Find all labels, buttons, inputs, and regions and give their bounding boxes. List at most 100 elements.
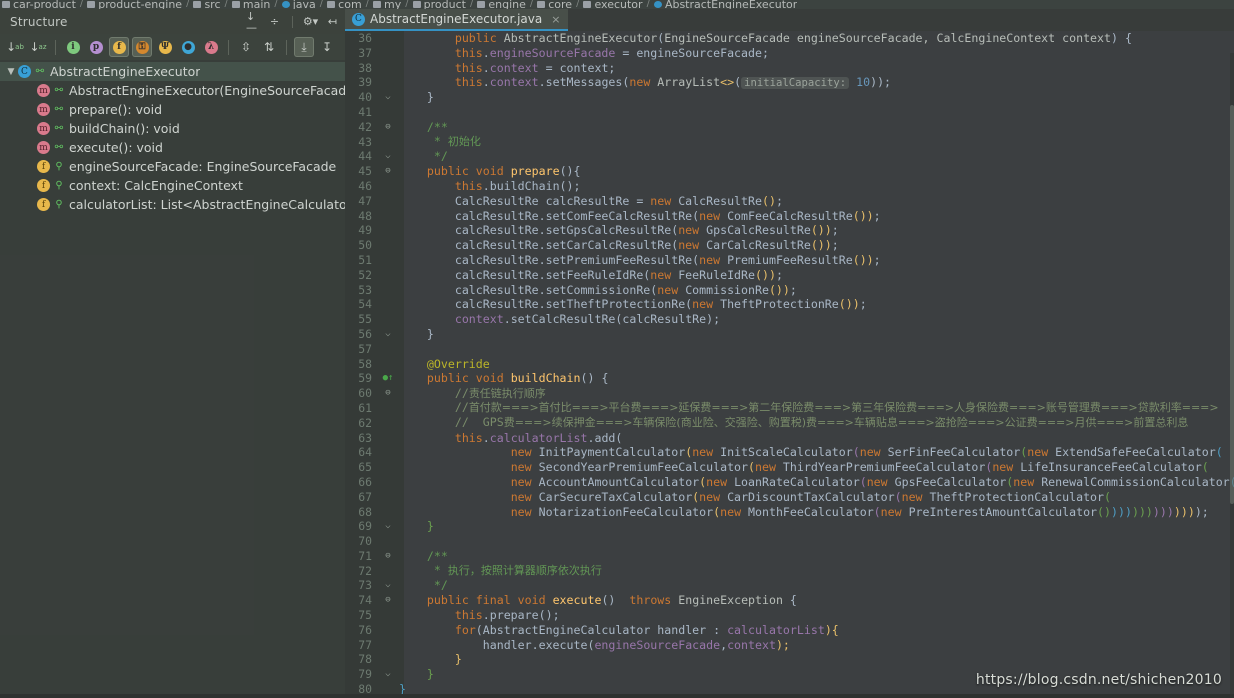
code-text[interactable]: new InitPaymentCalculator(new InitScaleC… <box>399 445 1234 460</box>
tree-item-context[interactable]: f ⚲ context: CalcEngineContext <box>0 176 345 195</box>
show-properties-icon[interactable]: p <box>86 37 106 57</box>
code-text[interactable]: this.prepare(); <box>399 608 1234 623</box>
tree-item-prepare[interactable]: m ⚯ prepare(): void <box>0 100 345 119</box>
code-text[interactable]: handler.execute(engineSourceFacade,conte… <box>399 638 1234 653</box>
code-text[interactable]: for(AbstractEngineCalculator handler : c… <box>399 623 1234 638</box>
code-text[interactable]: } <box>399 652 1234 667</box>
tree-item-abstractengineexecutor[interactable]: ▼ C ⚯ AbstractEngineExecutor <box>0 62 345 81</box>
code-text[interactable]: */ <box>399 578 1234 593</box>
settings-gear-icon[interactable]: ⚙▾ <box>303 15 318 28</box>
code-text[interactable]: calcResultRe.setTheftProtectionRe(new Th… <box>399 297 1234 312</box>
code-text[interactable]: /** <box>399 120 1234 135</box>
fold-end-icon[interactable]: ⌵ <box>384 93 393 102</box>
autoscroll-to-source-icon[interactable]: ⤓ <box>294 37 314 57</box>
code-text[interactable]: context.setCalcResultRe(calcResultRe); <box>399 312 1234 327</box>
breadcrumb-item-executor[interactable]: executor <box>583 0 643 9</box>
code-editor[interactable]: 36 public AbstractEngineExecutor(EngineS… <box>345 31 1234 698</box>
breadcrumb-item-abstractengineexecutor[interactable]: AbstractEngineExecutor <box>653 0 797 9</box>
group-implementations-icon[interactable]: Ψ <box>155 37 175 57</box>
breadcrumb-item-main[interactable]: main <box>231 0 270 9</box>
fold-collapse-icon[interactable]: ⊖ <box>384 389 393 398</box>
gutter-marker[interactable]: ⊖ <box>377 549 399 564</box>
code-text[interactable]: @Override <box>399 357 1234 372</box>
fold-end-icon[interactable]: ⌵ <box>384 329 393 339</box>
code-text[interactable]: calcResultRe.setGpsCalcResultRe(new GpsC… <box>399 223 1234 238</box>
code-text[interactable]: this.calculatorList.add( <box>399 431 1234 446</box>
code-text[interactable]: */ <box>399 149 1234 164</box>
close-icon[interactable]: × <box>551 13 560 26</box>
gutter-marker[interactable]: ⊖ <box>377 386 399 401</box>
collapse-all-icon[interactable]: ÷ <box>268 15 281 28</box>
breadcrumb-item-product-engine[interactable]: product-engine <box>87 0 182 9</box>
breadcrumb-item-car-product[interactable]: car-product <box>2 0 76 9</box>
expand-all-tree-icon[interactable]: ⇳ <box>236 37 256 57</box>
show-non-public-icon[interactable]: ⚿ <box>132 37 152 57</box>
fold-end-icon[interactable]: ⌵ <box>384 152 393 161</box>
code-text[interactable]: new CarSecureTaxCalculator(new CarDiscou… <box>399 490 1234 505</box>
override-method-icon[interactable]: ●↑ <box>383 373 394 383</box>
tree-item-execute[interactable]: m ⚯ execute(): void <box>0 138 345 157</box>
breadcrumb-item-java[interactable]: java <box>281 0 316 9</box>
code-text[interactable]: } <box>399 327 1234 342</box>
gutter-marker[interactable]: ⌵ <box>377 90 399 105</box>
sort-by-visibility-icon[interactable]: ↓ ab <box>5 37 25 57</box>
gutter-marker[interactable]: ⊖ <box>377 164 399 179</box>
tree-item-calculatorlist[interactable]: f ⚲ calculatorList: List<AbstractEngineCal… <box>0 195 345 214</box>
collapse-all-tree-icon[interactable]: ⇅ <box>259 37 279 57</box>
gutter-marker[interactable]: ⌵ <box>377 667 399 682</box>
breadcrumb-item-my[interactable]: my <box>373 0 401 9</box>
gutter-marker[interactable]: ⌵ <box>377 149 399 164</box>
breadcrumb[interactable]: car-product / product-engine / src / main / java… <box>0 0 1234 9</box>
gutter-marker[interactable]: ⌵ <box>377 327 399 342</box>
breadcrumb-item-engine[interactable]: engine <box>477 0 526 9</box>
gutter-marker[interactable]: ●↑ <box>377 371 399 386</box>
hide-tool-window-icon[interactable]: ↤ <box>326 15 339 28</box>
code-text[interactable]: * 初始化 <box>399 134 1234 150</box>
code-text[interactable]: * 执行，按照计算器顺序依次执行 <box>399 563 1234 579</box>
code-text[interactable]: new AccountAmountCalculator(new LoanRate… <box>399 475 1234 490</box>
show-anonymous-classes-icon[interactable]: ● <box>178 37 198 57</box>
fold-collapse-icon[interactable]: ⊖ <box>384 551 393 561</box>
expand-all-icon[interactable]: ↓— <box>246 11 259 33</box>
code-text[interactable]: calcResultRe.setCommissionRe(new Commiss… <box>399 283 1234 298</box>
autoscroll-from-source-icon[interactable]: ↧ <box>317 37 337 57</box>
code-text[interactable]: } <box>399 90 1234 105</box>
code-text[interactable]: /** <box>399 549 1234 564</box>
gutter-marker[interactable]: ⌵ <box>377 578 399 593</box>
code-text[interactable]: new NotarizationFeeCalculator(new MonthF… <box>399 505 1234 520</box>
show-fields-icon[interactable]: f <box>109 37 129 57</box>
code-text[interactable]: public final void execute() throws Engin… <box>399 593 1234 608</box>
breadcrumb-item-src[interactable]: src <box>193 0 221 9</box>
code-text[interactable]: // GPS费===>续保押金===>车辆保险(商业险、交强险、购置税)费===… <box>399 415 1234 431</box>
sort-alphabetically-icon[interactable]: ↓ az <box>28 37 48 57</box>
fold-end-icon[interactable]: ⌵ <box>384 581 393 590</box>
breadcrumb-item-product[interactable]: product <box>412 0 466 9</box>
fold-collapse-icon[interactable]: ⊖ <box>384 596 393 605</box>
code-text[interactable]: } <box>399 519 1234 534</box>
code-text[interactable]: this.engineSourceFacade = engineSourceFa… <box>399 46 1234 61</box>
code-text[interactable]: //首付款===>首付比===>平台费===>延保费===>第二年保险费===>… <box>399 400 1234 416</box>
chevron-down-icon[interactable]: ▼ <box>4 67 18 77</box>
scrollbar-thumb[interactable] <box>1230 104 1234 505</box>
code-text[interactable]: //责任链执行顺序 <box>399 386 1234 402</box>
breadcrumb-item-core[interactable]: core <box>537 0 572 9</box>
fold-collapse-icon[interactable]: ⊖ <box>384 122 393 132</box>
code-text[interactable]: this.buildChain(); <box>399 179 1234 194</box>
fold-end-icon[interactable]: ⌵ <box>384 670 393 679</box>
code-text[interactable]: new SecondYearPremiumFeeCalculator(new T… <box>399 460 1234 475</box>
code-text[interactable]: this.context = context; <box>399 61 1234 76</box>
code-text[interactable]: public void prepare(){ <box>399 164 1234 179</box>
code-text[interactable]: calcResultRe.setFeeRuleIdRe(new FeeRuleI… <box>399 268 1234 283</box>
fold-collapse-icon[interactable]: ⊖ <box>384 167 393 176</box>
tab-abstractengineexecutor[interactable]: C AbstractEngineExecutor.java × <box>345 9 569 31</box>
gutter-marker[interactable]: ⌵ <box>377 519 399 534</box>
breadcrumb-item-com[interactable]: com <box>327 0 362 9</box>
gutter-marker[interactable]: ⊖ <box>377 120 399 135</box>
show-inherited-icon[interactable]: i <box>63 37 83 57</box>
gutter-marker[interactable]: ⊖ <box>377 593 399 608</box>
tree-item-abstractengineexecutor[interactable]: m ⚯ AbstractEngineExecutor(EngineSourceFac… <box>0 81 345 100</box>
code-text[interactable]: calcResultRe.setComFeeCalcResultRe(new C… <box>399 209 1234 224</box>
code-text[interactable]: public AbstractEngineExecutor(EngineSour… <box>399 31 1234 46</box>
code-text[interactable]: this.context.setMessages(new ArrayList<>… <box>399 75 1234 91</box>
code-text[interactable]: public void buildChain() { <box>399 371 1234 386</box>
